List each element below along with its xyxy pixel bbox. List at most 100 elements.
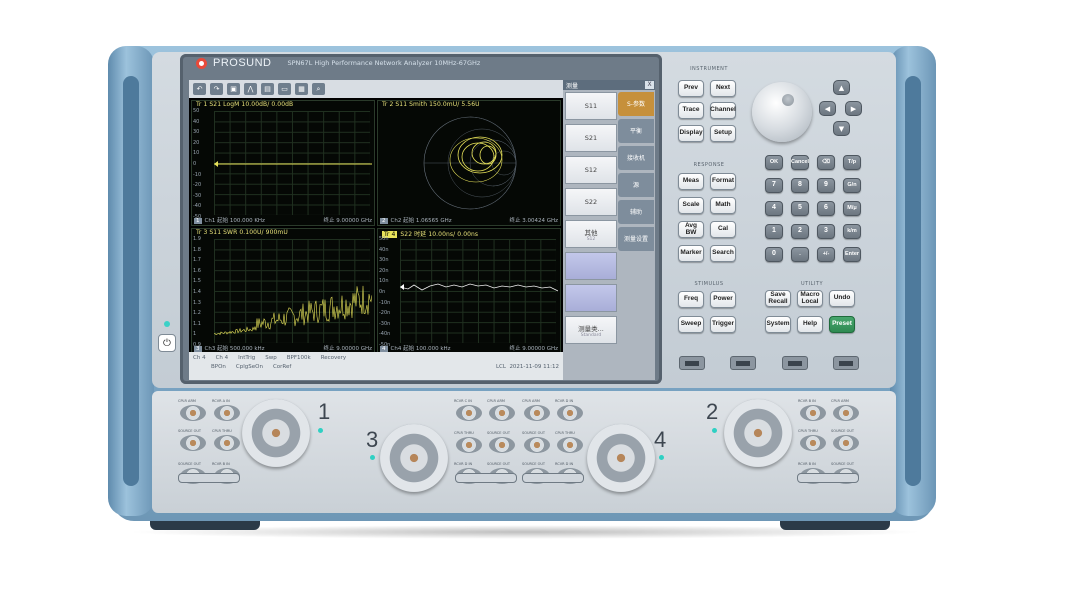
trace-window-2[interactable]: Tr 2 S11 Smith 150.0mU/ 5.56U 2 Ch2 起始 1.… (377, 100, 561, 226)
zoom-icon[interactable]: ⌕ (312, 83, 325, 95)
jumper-loop (797, 473, 859, 483)
trace-4-footer: 4 Ch4 起始 100.000 kHz 终止 9.00000 GHz (380, 346, 558, 352)
arrow-down-icon[interactable]: ▼ (833, 121, 850, 136)
camera-icon[interactable]: ▣ (227, 83, 240, 95)
rear-connector (557, 405, 583, 421)
numpad-key[interactable]: . (791, 247, 809, 262)
key-trace[interactable]: Trace (678, 102, 704, 119)
soft-key-s21[interactable]: S21 (565, 124, 617, 152)
key-next[interactable]: Next (710, 80, 736, 97)
key-macro-local[interactable]: Macro Local (797, 290, 823, 307)
numpad-key[interactable]: 3 (817, 224, 835, 239)
key-scale[interactable]: Scale (678, 197, 704, 214)
key-avg-bw[interactable]: Avg BW (678, 221, 704, 238)
numpad-key[interactable]: 6 (817, 201, 835, 216)
numpad-key[interactable]: T/p (843, 155, 861, 170)
save-icon[interactable]: ▦ (295, 83, 308, 95)
undo-icon[interactable]: ↶ (193, 83, 206, 95)
soft-key-其他[interactable]: 其他 S12 (565, 220, 617, 248)
numpad-key[interactable]: 0 (765, 247, 783, 262)
key-prev[interactable]: Prev (678, 80, 704, 97)
numpad-key[interactable]: 1 (765, 224, 783, 239)
numpad-key[interactable]: M/μ (843, 201, 861, 216)
soft-menu-tab[interactable]: 平衡 (618, 119, 654, 143)
key-undo[interactable]: Undo (829, 290, 855, 307)
soft-key-blank-5[interactable] (565, 252, 617, 280)
soft-menu-tab[interactable]: S-参数 (618, 92, 654, 116)
arrow-up-icon[interactable]: ▲ (833, 80, 850, 95)
soft-menu-title: 测量 (566, 82, 579, 90)
key-cal[interactable]: Cal (710, 221, 736, 238)
soft-menu-tab[interactable]: 源 (618, 173, 654, 197)
trace-window-3[interactable]: Tr 3 S11 SWR 0.100U/ 900mU 1.9 1.8 1.7 1.6 1… (191, 228, 375, 354)
soft-menu-tab[interactable]: 接收机 (618, 146, 654, 170)
marker-icon[interactable]: ⋀ (244, 83, 257, 95)
rear-connector (800, 435, 826, 451)
y-tick-label: 1.6 (193, 267, 201, 274)
numpad-key[interactable]: k/m (843, 224, 861, 239)
usb-port-2 (730, 356, 756, 370)
status-bar: Ch 4 Ch 4 IntTrig Swp BPF100k Recovery BPOn Cp… (189, 352, 563, 380)
analyzer-screen: ↶ ↷ ▣ ⋀ ▤ ▭ ▦ ⌕ Tr 1 S21 LogM 10.00dB/ 0… (189, 80, 655, 380)
numpad-key[interactable]: 5 (791, 201, 809, 216)
y-tick-label: -10 (193, 171, 202, 178)
y-tick-label: 50 (193, 108, 200, 114)
rear-connector (489, 405, 515, 421)
numpad-key[interactable]: 8 (791, 178, 809, 193)
soft-key-s11[interactable]: S11 (565, 92, 617, 120)
redo-icon[interactable]: ↷ (210, 83, 223, 95)
rotary-knob[interactable] (752, 82, 812, 142)
arrow-left-icon[interactable]: ◀ (819, 101, 836, 116)
key-preset[interactable]: Preset (829, 316, 855, 333)
print-icon[interactable]: ▤ (261, 83, 274, 95)
port-number-3: 3 (366, 427, 379, 452)
folder-icon[interactable]: ▭ (278, 83, 291, 95)
numpad-key[interactable]: 7 (765, 178, 783, 193)
y-tick-label: 20n (379, 267, 389, 274)
numpad-key[interactable]: 9 (817, 178, 835, 193)
key-channel[interactable]: Channel (710, 102, 736, 119)
numpad-key[interactable]: G/n (843, 178, 861, 193)
numpad-key[interactable]: Enter (843, 247, 861, 262)
test-port-3 (380, 424, 448, 492)
key-sweep[interactable]: Sweep (678, 316, 704, 333)
key-search[interactable]: Search (710, 245, 736, 262)
key-format[interactable]: Format (710, 173, 736, 190)
soft-key-s22[interactable]: S22 (565, 188, 617, 216)
key-marker[interactable]: Marker (678, 245, 704, 262)
numpad-key[interactable]: ⌫ (817, 155, 835, 170)
numpad-key[interactable]: 2 (791, 224, 809, 239)
key-math[interactable]: Math (710, 197, 736, 214)
trace-window-4[interactable]: Tr 4 S22 时延 10.00ns/ 0.00ns 50n 40n 30n 20n 1… (377, 228, 561, 354)
soft-key-s12[interactable]: S12 (565, 156, 617, 184)
key-system[interactable]: System (765, 316, 791, 333)
numpad-key[interactable]: OK (765, 155, 783, 170)
soft-key-测量类...[interactable]: 测量类... Standard (565, 316, 617, 344)
soft-menu-tab[interactable]: 辅助 (618, 200, 654, 224)
key-help[interactable]: Help (797, 316, 823, 333)
rear-connector (833, 405, 859, 421)
connector-label: RCVR B IN (212, 462, 230, 466)
key-trigger[interactable]: Trigger (710, 316, 736, 333)
test-port-2 (724, 399, 792, 467)
numpad-key[interactable]: 4 (765, 201, 783, 216)
soft-menu-tab[interactable]: 测量设置 (618, 227, 654, 251)
key-freq[interactable]: Freq (678, 291, 704, 308)
soft-key-blank-6[interactable] (565, 284, 617, 312)
arrow-right-icon[interactable]: ▶ (845, 101, 862, 116)
y-tick-label: 1.2 (193, 310, 201, 317)
close-icon[interactable]: X (645, 81, 654, 89)
key-display[interactable]: Display (678, 125, 704, 142)
numpad-key[interactable]: +/- (817, 247, 835, 262)
key-setup[interactable]: Setup (710, 125, 736, 142)
power-button[interactable]: ⏻ (158, 334, 176, 352)
key-save-recall[interactable]: Save Recall (765, 290, 791, 307)
key-power[interactable]: Power (710, 291, 736, 308)
y-tick-label: 30n (379, 257, 389, 264)
rear-connector (833, 435, 859, 451)
key-meas[interactable]: Meas (678, 173, 704, 190)
numpad-key[interactable]: Cancel (791, 155, 809, 170)
y-tick-label: 1 (193, 331, 197, 338)
connector-label: SOURCE OUT (487, 431, 511, 435)
trace-window-1[interactable]: Tr 1 S21 LogM 10.00dB/ 0.00dB 50 40 30 20 10… (191, 100, 375, 226)
